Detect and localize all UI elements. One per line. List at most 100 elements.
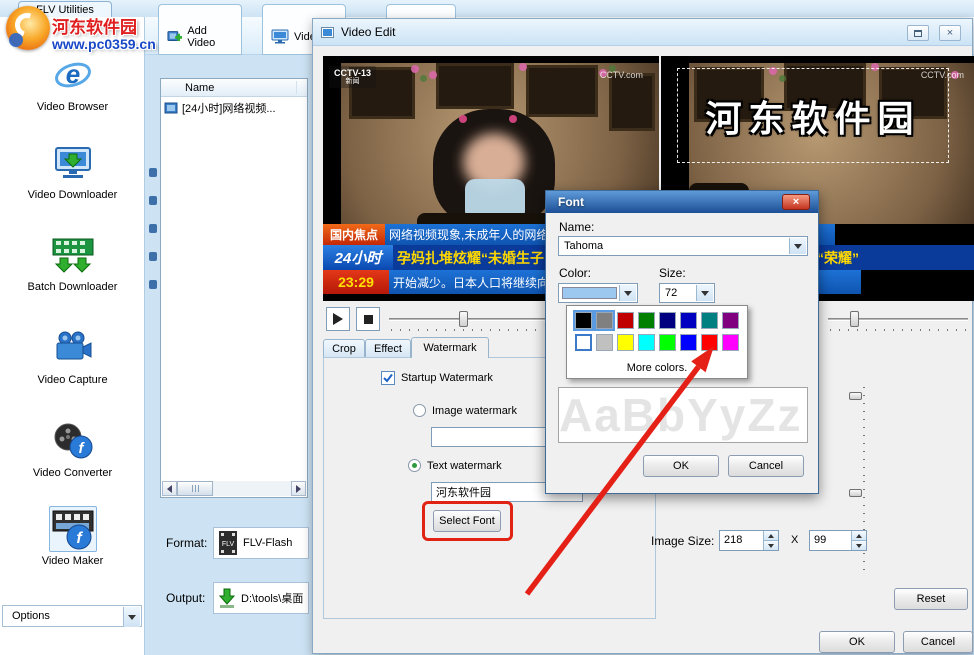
scroll-left-button[interactable] (162, 481, 177, 496)
tab-watermark[interactable]: Watermark (411, 337, 489, 358)
font-name-dropdown-arrow[interactable] (789, 238, 806, 254)
splitter-grip[interactable] (149, 224, 157, 233)
palette-swatch[interactable] (638, 312, 655, 329)
tab-crop[interactable]: Crop (323, 339, 365, 358)
output-path-control[interactable]: D:\tools\桌面 (213, 582, 309, 614)
watermark-overlay-text: 河东软件园 (705, 90, 920, 142)
startup-watermark-checkbox[interactable] (381, 371, 395, 385)
sidebar-item-batch-downloader[interactable]: Batch Downloader (0, 232, 145, 293)
video-maker-icon: f (49, 506, 97, 552)
ticker-clock: 23:29 (323, 270, 389, 294)
video-edit-titlebar[interactable]: Video Edit × (313, 19, 972, 46)
palette-swatch[interactable] (701, 334, 718, 351)
palette-swatch[interactable] (596, 334, 613, 351)
video-edit-title: Video Edit (341, 25, 396, 39)
sidebar-item-video-converter[interactable]: f Video Converter (0, 418, 145, 479)
sidebar-item-video-browser[interactable]: e Video Browser (0, 52, 145, 113)
channel-watermark: CCTV.com (600, 70, 643, 80)
output-value: D:\tools\桌面 (241, 590, 303, 606)
channel-logo: CCTV-13 新闻 (329, 66, 376, 88)
splitter-grip[interactable] (149, 196, 157, 205)
font-size-combobox[interactable]: 72 (659, 283, 715, 303)
ok-button[interactable]: OK (819, 631, 895, 653)
horizontal-scrollbar[interactable] (162, 481, 306, 496)
palette-swatch[interactable] (722, 334, 739, 351)
ticker-tag: 国内焦点 (323, 224, 385, 245)
seek-slider[interactable] (389, 311, 545, 327)
splitter-grip[interactable] (149, 280, 157, 289)
add-video-button[interactable]: Add Video (158, 4, 242, 55)
vertical-slider-1[interactable] (849, 387, 867, 479)
restore-button[interactable] (907, 25, 929, 41)
cancel-button[interactable]: Cancel (903, 631, 973, 653)
palette-swatch[interactable] (722, 312, 739, 329)
sidebar-item-video-capture[interactable]: Video Capture (0, 325, 145, 386)
sidebar-item-label: Video Downloader (0, 189, 145, 201)
options-dropdown-arrow[interactable] (123, 607, 140, 627)
palette-swatch[interactable] (680, 312, 697, 329)
play-button[interactable] (326, 307, 350, 331)
sidebar-item-label: Video Converter (0, 467, 145, 479)
palette-swatch[interactable] (638, 334, 655, 351)
video-card-icon (271, 29, 289, 44)
add-video-icon (167, 28, 182, 45)
font-dialog-close-button[interactable]: × (782, 194, 810, 210)
font-color-combobox[interactable] (558, 283, 638, 303)
width-up-button[interactable] (763, 531, 778, 540)
name-column-header[interactable]: Name (161, 79, 307, 97)
palette-swatch[interactable] (701, 312, 718, 329)
font-preview-box: AaBbYyZz (558, 387, 808, 443)
text-watermark-radio[interactable] (408, 459, 421, 472)
stop-button[interactable] (356, 307, 380, 331)
palette-swatch-selected[interactable] (575, 334, 592, 351)
reset-button[interactable]: Reset (894, 588, 968, 610)
vertical-slider-2-thumb[interactable] (849, 489, 862, 497)
sidebar-item-video-downloader[interactable]: Video Downloader (0, 140, 145, 201)
palette-swatch[interactable] (659, 312, 676, 329)
splitter-grip[interactable] (149, 168, 157, 177)
vertical-slider-2[interactable] (849, 481, 867, 573)
font-name-label: Name: (559, 220, 594, 234)
format-select[interactable]: FLV FLV-Flash (213, 527, 309, 559)
video-file-list: Name [24小时]网络视频... (160, 78, 308, 498)
site-url: www.pc0359.cn (52, 36, 156, 52)
batch-downloader-icon (49, 232, 97, 278)
font-size-dropdown-arrow[interactable] (696, 285, 713, 301)
video-edit-icon (321, 26, 334, 39)
font-dialog-titlebar[interactable]: Font (546, 191, 818, 213)
palette-swatch[interactable] (659, 334, 676, 351)
list-item[interactable]: [24小时]网络视频... (161, 98, 307, 118)
width-spinner[interactable]: 218 (719, 530, 779, 551)
tab-effect[interactable]: Effect (365, 339, 411, 358)
format-value: FLV-Flash (243, 537, 292, 549)
vertical-slider-1-thumb[interactable] (849, 392, 862, 400)
palette-swatch[interactable] (617, 312, 634, 329)
sidebar-item-video-maker[interactable]: f Video Maker (0, 506, 145, 567)
splitter-grip[interactable] (149, 252, 157, 261)
scroll-right-button[interactable] (291, 481, 306, 496)
palette-swatch[interactable] (575, 312, 592, 329)
height-spinner[interactable]: 99 (809, 530, 867, 551)
font-ok-button[interactable]: OK (643, 455, 719, 477)
output-label: Output: (166, 591, 205, 605)
close-button[interactable]: × (939, 25, 961, 41)
right-slider-thumb[interactable] (850, 311, 859, 327)
right-slider[interactable] (828, 311, 968, 327)
height-down-button[interactable] (851, 540, 866, 550)
palette-swatch[interactable] (596, 312, 613, 329)
image-watermark-radio[interactable] (413, 404, 426, 417)
height-up-button[interactable] (851, 531, 866, 540)
options-dropdown[interactable]: Options (2, 605, 142, 627)
font-cancel-button[interactable]: Cancel (728, 455, 804, 477)
width-down-button[interactable] (763, 540, 778, 550)
scrollbar-thumb[interactable] (177, 481, 213, 496)
video-capture-icon (49, 325, 97, 371)
watermark-selection-box[interactable]: 河东软件园 (677, 68, 949, 163)
more-colors-link[interactable]: More colors. (567, 362, 747, 374)
seek-slider-thumb[interactable] (459, 311, 468, 327)
font-name-combobox[interactable]: Tahoma (558, 236, 808, 256)
font-color-dropdown-arrow[interactable] (619, 285, 636, 301)
palette-swatch[interactable] (680, 334, 697, 351)
palette-swatch[interactable] (617, 334, 634, 351)
sidebar-item-label: Video Capture (0, 374, 145, 386)
